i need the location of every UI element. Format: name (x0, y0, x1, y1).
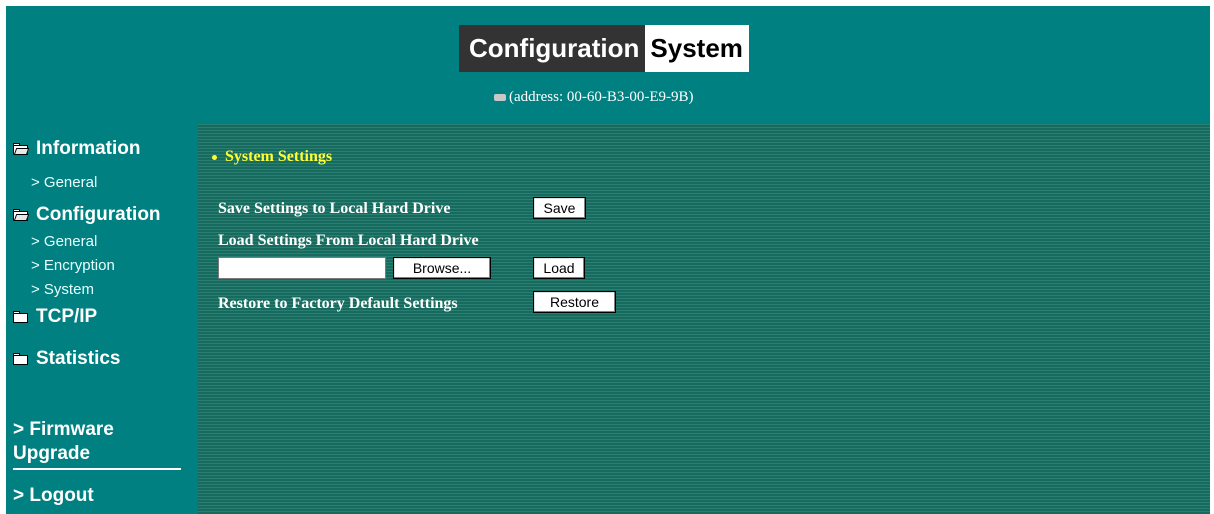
sidebar-section-label: Configuration (36, 204, 161, 225)
sidebar-section-tcpip[interactable]: TCP/IP (13, 306, 97, 328)
sidebar: Information > General Configuration > Ge… (6, 124, 198, 514)
firmware-link-line2: Upgrade (13, 443, 91, 464)
sidebar-section-label: Statistics (36, 348, 121, 369)
open-folder-icon (13, 143, 30, 155)
load-settings-label: Load Settings From Local Hard Drive (218, 232, 479, 249)
firmware-link-line1: > Firmware (13, 419, 114, 440)
open-folder-icon (13, 209, 30, 221)
settings-file-input[interactable] (218, 257, 386, 279)
section-heading: System Settings (212, 148, 332, 166)
page-frame: Configuration System (address: 00-60-B3-… (6, 6, 1210, 514)
browse-button[interactable]: Browse... (393, 257, 491, 279)
sidebar-item-configuration-system[interactable]: > System (31, 281, 94, 298)
network-card-icon (494, 93, 506, 101)
bullet-icon (212, 154, 217, 160)
sidebar-section-statistics[interactable]: Statistics (13, 348, 120, 370)
save-settings-label: Save Settings to Local Hard Drive (218, 200, 451, 217)
sidebar-item-configuration-general[interactable]: > General (31, 233, 97, 250)
main-content: System Settings Save Settings to Local H… (198, 124, 1210, 514)
folder-icon (13, 311, 28, 323)
save-button[interactable]: Save (533, 197, 586, 219)
sidebar-firmware-upgrade-link[interactable]: > Firmware Upgrade (13, 418, 114, 466)
load-button[interactable]: Load (533, 257, 585, 279)
sidebar-item-configuration-encryption[interactable]: > Encryption (31, 257, 115, 274)
page-title-secondary: System (645, 25, 749, 72)
header: Configuration System (address: 00-60-B3-… (6, 6, 1210, 124)
sidebar-divider (13, 468, 181, 470)
sidebar-logout-link[interactable]: > Logout (13, 484, 94, 508)
sidebar-section-label: Information (36, 138, 141, 159)
sidebar-item-information-general[interactable]: > General (31, 174, 97, 191)
folder-icon (13, 353, 28, 365)
section-heading-text: System Settings (225, 148, 333, 165)
restore-button[interactable]: Restore (533, 291, 616, 313)
sidebar-section-information[interactable]: Information (13, 138, 141, 160)
page-title-primary: Configuration (459, 25, 646, 72)
restore-defaults-label: Restore to Factory Default Settings (218, 295, 458, 312)
sidebar-section-configuration[interactable]: Configuration (13, 204, 161, 226)
sidebar-section-label: TCP/IP (36, 306, 98, 327)
device-address-text: (address: 00-60-B3-00-E9-9B) (509, 88, 694, 105)
device-address: (address: 00-60-B3-00-E9-9B) (494, 88, 694, 106)
page-title: Configuration System (459, 25, 749, 72)
